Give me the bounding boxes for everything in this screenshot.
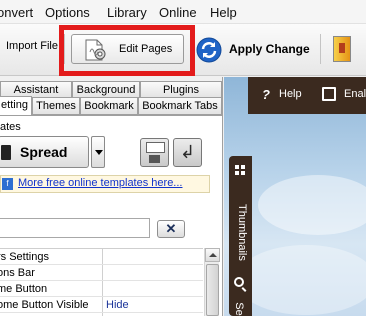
sky-cloud [258, 175, 366, 235]
thumbnails-tab[interactable]: Thumbnails [236, 204, 248, 261]
templates-label: ates [0, 121, 21, 133]
table-row[interactable]: ons Bar [0, 265, 203, 281]
tab-bookmark[interactable]: Bookmark [80, 97, 138, 115]
property-grid: rs Settings ons Bar me Button ome Button… [0, 248, 203, 316]
table-row[interactable]: rs Settings [0, 249, 203, 265]
grid-icon[interactable] [235, 165, 246, 176]
table-row[interactable]: ome Button Visible Hide [0, 297, 203, 313]
property-name: ome Button Visible [0, 299, 89, 311]
menu-help[interactable]: Help [210, 5, 237, 20]
more-templates-link[interactable]: More free online templates here... [18, 177, 182, 189]
help-button[interactable]: Help [279, 88, 302, 100]
menu-online[interactable]: Online [159, 5, 197, 20]
apply-change-icon[interactable] [196, 37, 222, 63]
import-template-icon[interactable]: ↲ [173, 138, 202, 167]
sky-cloud [236, 245, 366, 315]
tab-design-setting[interactable]: etting [0, 96, 32, 116]
property-name: me Button [0, 283, 48, 295]
info-icon: f [2, 178, 13, 190]
online-templates-row: f More free online templates here... [0, 175, 210, 193]
template-name: Spread [20, 144, 68, 160]
property-value[interactable]: Hide [106, 299, 129, 311]
menu-library[interactable]: Library [107, 5, 147, 20]
save-icon[interactable] [140, 138, 169, 167]
menu-convert[interactable]: onvert [0, 5, 33, 20]
fullscreen-icon[interactable] [322, 87, 336, 101]
book-icon[interactable] [333, 36, 351, 62]
toolbar-separator [320, 34, 321, 64]
search-icon[interactable] [234, 277, 244, 287]
property-name: rs Settings [0, 251, 49, 263]
template-book-icon [1, 145, 11, 160]
tab-bookmark-tabs[interactable]: Bookmark Tabs [138, 97, 222, 115]
apply-change-button[interactable]: Apply Change [229, 42, 310, 56]
menu-bar: onvert Options Library Online Help [0, 0, 366, 24]
tab-themes[interactable]: Themes [32, 97, 80, 115]
clear-search-button[interactable]: ✕ [157, 220, 185, 238]
scroll-up-button[interactable] [205, 248, 220, 262]
help-icon[interactable]: ? [262, 87, 270, 102]
search-tab[interactable]: Se [233, 294, 245, 316]
property-scrollbar[interactable] [204, 248, 220, 316]
template-dropdown-button[interactable] [91, 136, 105, 168]
table-row[interactable]: me Button [0, 281, 203, 297]
scroll-thumb[interactable] [206, 264, 219, 316]
property-search-input[interactable] [0, 218, 150, 238]
import-file-button[interactable]: Import File [6, 40, 58, 52]
fullscreen-button[interactable]: Enal [344, 88, 366, 100]
highlight-box [59, 25, 195, 76]
menu-options[interactable]: Options [45, 5, 90, 20]
template-select-button[interactable]: Spread [0, 136, 89, 168]
property-name: ons Bar [0, 267, 35, 279]
